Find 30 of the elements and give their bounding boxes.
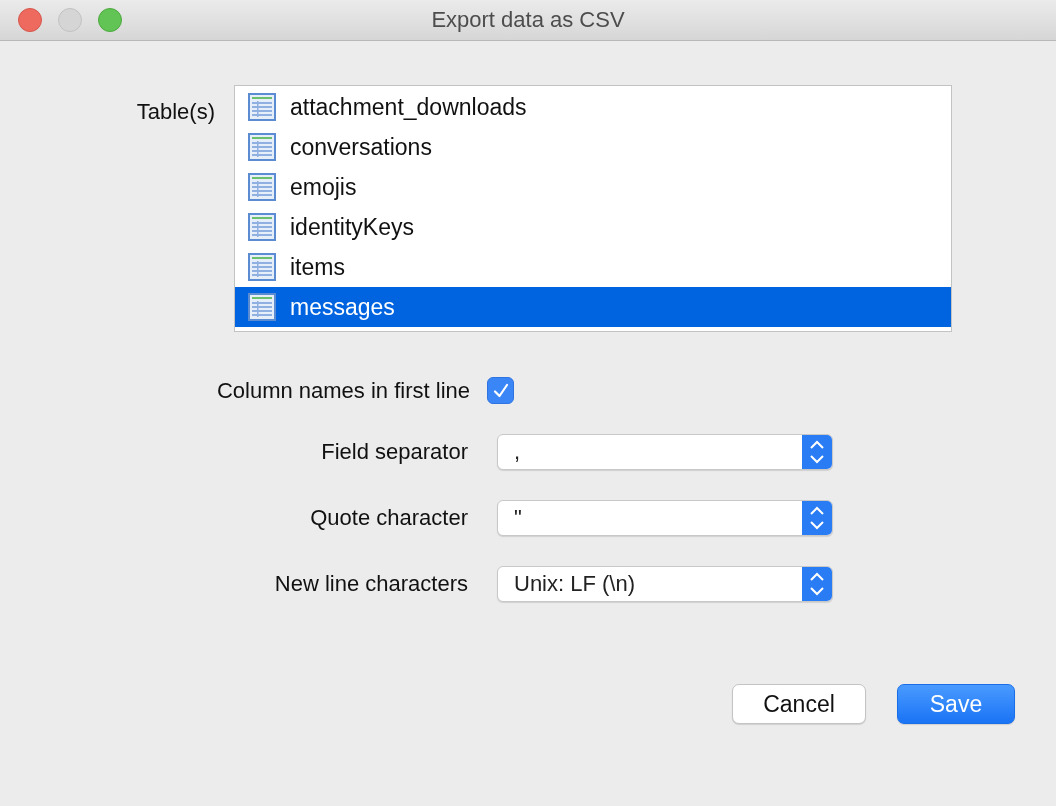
dropdown[interactable]: Unix: LF (\n): [497, 566, 833, 602]
table-list-item[interactable]: attachment_downloads: [235, 87, 951, 127]
table-icon: [248, 293, 276, 321]
table-list-item[interactable]: messages: [235, 287, 951, 327]
checkbox[interactable]: [487, 377, 514, 404]
table-icon: [248, 253, 276, 281]
table-list-item[interactable]: conversations: [235, 127, 951, 167]
checkbox-label: Column names in first line: [216, 377, 470, 404]
table-icon: [248, 133, 276, 161]
checkmark-icon: [491, 381, 510, 400]
dropdown[interactable]: ": [497, 500, 833, 536]
zoom-button[interactable]: [98, 8, 122, 32]
stepper-icon: [802, 435, 832, 469]
table-icon: [248, 213, 276, 241]
dropdown[interactable]: ,: [497, 434, 833, 470]
save-button[interactable]: Save: [897, 684, 1015, 724]
table-list-item[interactable]: emojis: [235, 167, 951, 207]
table-list-item[interactable]: items: [235, 247, 951, 287]
select-label: Quote character: [310, 505, 468, 531]
table-icon: [248, 93, 276, 121]
select-label: New line characters: [274, 571, 468, 597]
window-title: Export data as CSV: [431, 7, 625, 33]
stepper-icon: [802, 567, 832, 601]
stepper-icon: [802, 501, 832, 535]
tables-label: Table(s): [136, 99, 215, 125]
close-button[interactable]: [18, 8, 42, 32]
cancel-button[interactable]: Cancel: [732, 684, 866, 724]
table-icon: [248, 173, 276, 201]
table-list-item[interactable]: identityKeys: [235, 207, 951, 247]
select-label: Field separator: [321, 439, 468, 465]
